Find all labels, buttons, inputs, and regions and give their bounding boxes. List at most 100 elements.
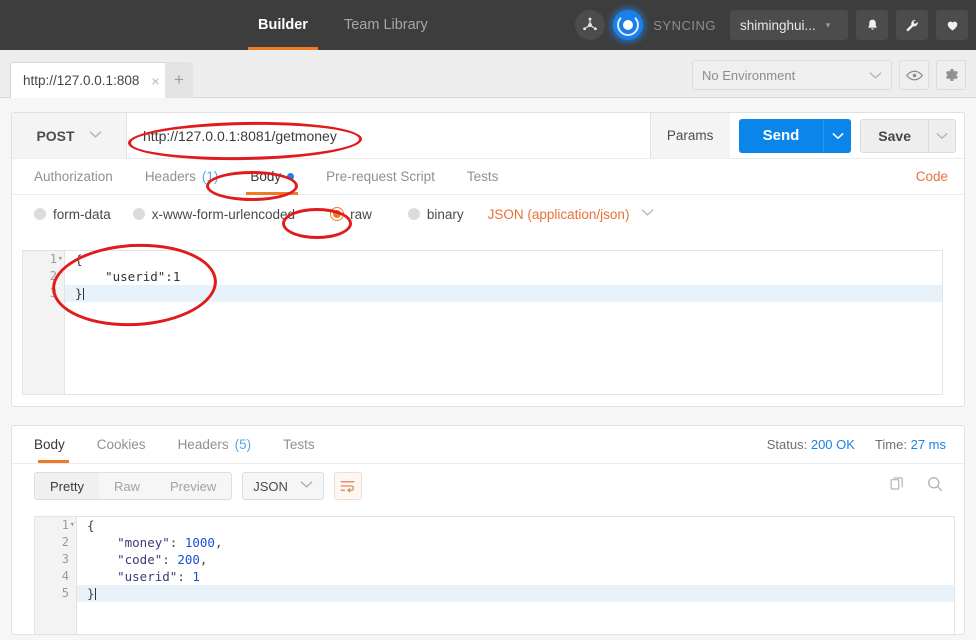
save-dropdown-button[interactable] (929, 119, 956, 153)
status-value: 200 OK (811, 437, 855, 452)
tab-tests[interactable]: Tests (451, 159, 515, 195)
chevron-down-icon (300, 480, 313, 492)
save-button[interactable]: Save (860, 119, 929, 153)
share-network-icon[interactable] (575, 10, 605, 40)
view-mode-pretty[interactable]: Pretty (35, 473, 99, 499)
search-icon[interactable] (926, 475, 944, 498)
response-tab-cookies[interactable]: Cookies (81, 427, 162, 463)
response-editor-gutter: 1 ▾ 2 3 4 5 (35, 517, 77, 634)
code-token (87, 569, 117, 584)
top-bar: Builder Team Library (0, 0, 976, 50)
send-button[interactable]: Send (739, 119, 824, 153)
radio-icon-selected (331, 208, 343, 220)
copy-icon[interactable] (889, 475, 906, 497)
wrench-icon[interactable] (896, 10, 928, 40)
text-cursor (95, 588, 96, 600)
request-tab-strip: http://127.0.0.1:808 × + No Environment (0, 50, 976, 98)
code-link[interactable]: Code (916, 169, 948, 184)
word-wrap-icon[interactable] (334, 472, 362, 500)
code-line: "money": 1000, (35, 534, 954, 551)
body-type-form-data[interactable]: form-data (34, 207, 111, 222)
response-tab-headers[interactable]: Headers (5) (162, 427, 268, 463)
code-token: , (215, 535, 223, 550)
response-toolbar: Pretty Raw Preview JSON (12, 464, 964, 508)
gear-icon[interactable] (936, 60, 966, 90)
params-label: Params (667, 128, 714, 143)
sync-circle-icon[interactable] (613, 10, 643, 40)
content-type-select[interactable]: JSON (application/json) (488, 207, 655, 222)
params-button[interactable]: Params (650, 113, 730, 158)
environment-select[interactable]: No Environment (692, 60, 892, 90)
user-menu[interactable]: shiminghui... ▾ (730, 10, 848, 40)
method-value: POST (36, 128, 74, 144)
response-tab-tests-label: Tests (283, 437, 315, 452)
request-tab-label: http://127.0.0.1:808 (23, 73, 139, 88)
send-dropdown-button[interactable] (823, 119, 851, 153)
code-token (87, 535, 117, 550)
body-type-urlencoded-label: x-www-form-urlencoded (152, 207, 295, 222)
body-type-form-data-label: form-data (53, 207, 111, 222)
request-tab[interactable]: http://127.0.0.1:808 × (10, 62, 171, 98)
eye-icon[interactable] (899, 60, 929, 90)
radio-icon (133, 208, 145, 220)
response-tab-body[interactable]: Body (26, 427, 81, 463)
code-line: "userid":1 (23, 268, 942, 285)
fold-arrow-icon[interactable]: ▾ (70, 517, 75, 534)
code-token: } (87, 586, 95, 601)
save-label: Save (878, 128, 911, 144)
tab-pre-request-script[interactable]: Pre-request Script (310, 159, 451, 195)
body-type-row: form-data x-www-form-urlencoded raw bina… (12, 195, 964, 233)
method-select[interactable]: POST (12, 113, 127, 158)
text-cursor (83, 288, 84, 300)
bell-icon[interactable] (856, 10, 888, 40)
body-type-urlencoded[interactable]: x-www-form-urlencoded (133, 207, 295, 222)
line-number: 3 (23, 285, 64, 302)
code-token: "userid" (117, 569, 177, 584)
status-label: Status: (767, 437, 807, 452)
view-mode-preview[interactable]: Preview (155, 473, 231, 499)
response-format-select[interactable]: JSON (242, 472, 324, 500)
body-type-raw[interactable]: raw (331, 207, 372, 222)
close-icon[interactable]: × (151, 73, 159, 89)
request-body-editor[interactable]: 1 ▾ 2 3 { "userid":1 } (22, 250, 943, 395)
tab-team-library[interactable]: Team Library (326, 0, 446, 50)
url-row: POST Params Send Save (12, 113, 964, 159)
top-bar-actions: SYNCING shiminghui... ▾ (575, 0, 968, 50)
code-line: "code": 200, (35, 551, 954, 568)
heart-icon[interactable] (936, 10, 968, 40)
line-number: 4 (35, 568, 76, 585)
tab-authorization[interactable]: Authorization (26, 159, 129, 195)
url-input[interactable] (127, 113, 650, 158)
tab-body[interactable]: Body (234, 159, 310, 195)
response-tabs: Body Cookies Headers (5) Tests Status: 2… (12, 426, 964, 464)
tab-headers[interactable]: Headers (1) (129, 159, 235, 195)
line-number: 2 (35, 534, 76, 551)
code-line: { (35, 517, 954, 534)
response-tab-tests[interactable]: Tests (267, 427, 331, 463)
code-token: 1 (192, 569, 200, 584)
sync-status-label: SYNCING (653, 18, 716, 33)
fold-arrow-icon[interactable]: ▾ (58, 251, 63, 268)
tab-builder[interactable]: Builder (240, 0, 326, 50)
new-tab-button[interactable]: + (165, 62, 193, 98)
sync-ring (617, 14, 639, 36)
time-label: Time: (875, 437, 907, 452)
view-mode-raw[interactable]: Raw (99, 473, 155, 499)
code-token (87, 552, 117, 567)
line-number: 1 ▾ (23, 251, 64, 268)
response-tab-headers-count: (5) (235, 437, 252, 452)
status-badge: Status: 200 OK (767, 437, 855, 452)
chevron-down-icon (89, 130, 102, 142)
body-type-binary[interactable]: binary (408, 207, 464, 222)
chevron-down-icon (641, 208, 654, 220)
response-panel: Body Cookies Headers (5) Tests Status: 2… (11, 425, 965, 635)
tab-tests-label: Tests (467, 169, 499, 184)
content-type-value: JSON (application/json) (488, 207, 630, 222)
code-token: "code" (117, 552, 162, 567)
code-line-active: } (23, 285, 942, 302)
response-body-editor[interactable]: 1 ▾ 2 3 4 5 { "money": 1000, "code": 200… (34, 516, 955, 634)
response-tab-body-label: Body (34, 437, 65, 452)
environment-controls: No Environment (692, 60, 966, 90)
chevron-down-icon: ▾ (826, 20, 831, 31)
send-save-group: Send Save (730, 113, 964, 158)
